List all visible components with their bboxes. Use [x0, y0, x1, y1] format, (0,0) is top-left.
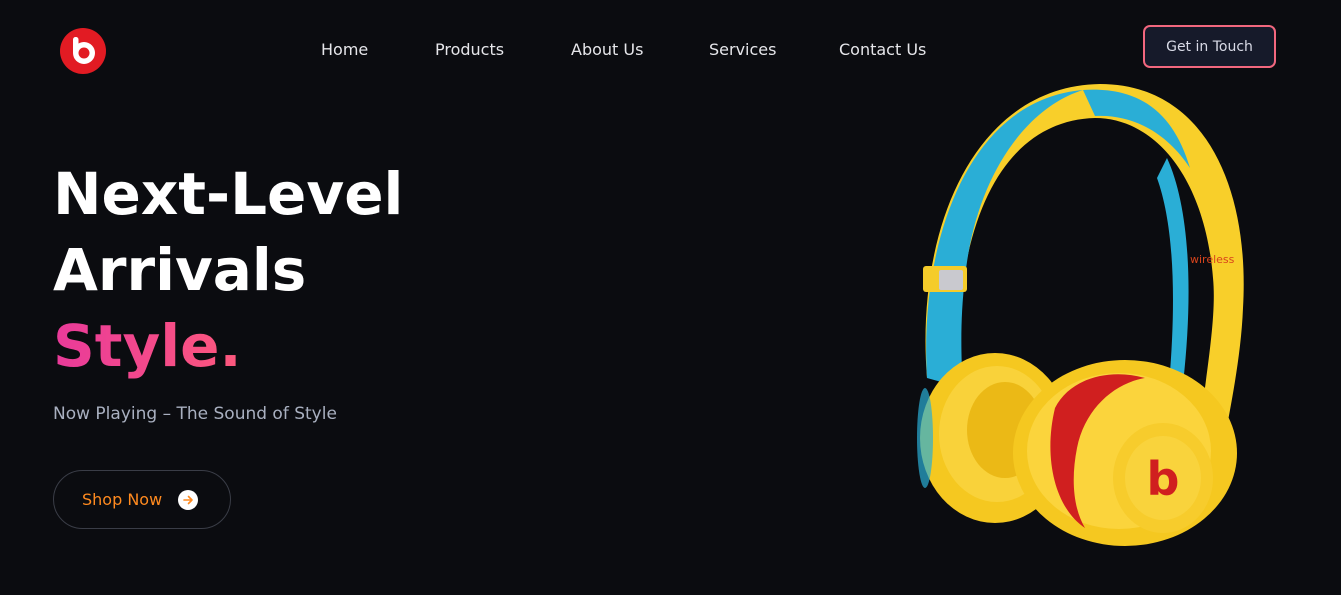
nav-contact-us[interactable]: Contact Us — [839, 40, 926, 59]
brand-logo[interactable] — [60, 28, 106, 74]
nav-home[interactable]: Home — [321, 40, 368, 59]
hero-title: Next-Level Arrivals Style. — [53, 156, 403, 384]
hero-title-line-2: Arrivals — [53, 236, 307, 304]
hero-title-accent: Style. — [53, 308, 403, 384]
cup-logo-text: b — [1147, 452, 1180, 506]
band-wireless-text: wireless — [1190, 253, 1235, 266]
hero-title-line-1: Next-Level — [53, 160, 404, 228]
arrow-right-icon — [178, 489, 199, 510]
hero-subtitle: Now Playing – The Sound of Style — [53, 404, 337, 424]
get-in-touch-button[interactable]: Get in Touch — [1143, 25, 1276, 68]
shop-now-button[interactable]: Shop Now — [53, 470, 231, 529]
headphones-product-image: wireless b — [917, 84, 1244, 546]
nav-about-us[interactable]: About Us — [571, 40, 643, 59]
shop-now-label: Shop Now — [82, 490, 163, 509]
nav-products[interactable]: Products — [435, 40, 504, 59]
nav-services[interactable]: Services — [709, 40, 776, 59]
